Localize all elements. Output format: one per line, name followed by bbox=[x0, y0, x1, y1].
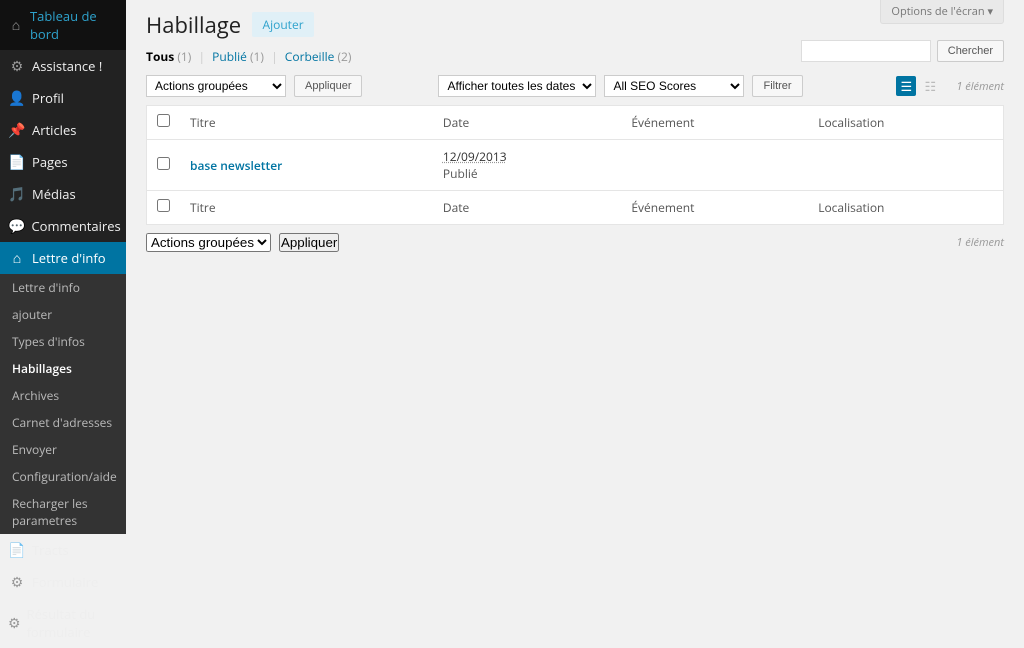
menu-medias[interactable]: 🎵 Médias bbox=[0, 178, 126, 210]
menu-profil[interactable]: 👤 Profil bbox=[0, 82, 126, 114]
menu-label: Profil bbox=[32, 89, 64, 107]
filter-button[interactable]: Filtrer bbox=[752, 75, 802, 97]
dates-filter-select[interactable]: Afficher toutes les dates bbox=[438, 75, 596, 97]
pin-icon: 📌 bbox=[8, 121, 26, 139]
tablenav-top: Actions groupées Appliquer Afficher tout… bbox=[146, 75, 1004, 97]
gear-icon: ⚙ bbox=[8, 614, 21, 632]
filter-trash[interactable]: Corbeille bbox=[285, 48, 335, 65]
posts-table: Titre Date Événement Localisation base n… bbox=[146, 105, 1004, 225]
submenu-envoyer[interactable]: Envoyer bbox=[0, 436, 126, 463]
filter-label: Tous bbox=[146, 48, 174, 65]
submenu-types[interactable]: Types d'infos bbox=[0, 328, 126, 355]
apply-button[interactable]: Appliquer bbox=[294, 75, 362, 97]
column-event-foot[interactable]: Événement bbox=[621, 191, 808, 225]
apply-button-bottom[interactable]: Appliquer bbox=[279, 233, 339, 252]
gear-icon: ⚙ bbox=[8, 573, 26, 591]
post-event bbox=[621, 140, 808, 191]
submenu-archives[interactable]: Archives bbox=[0, 382, 126, 409]
menu-label: Pages bbox=[32, 153, 68, 171]
screen-options-toggle[interactable]: Options de l'écran ▾ bbox=[880, 0, 1004, 24]
filter-label: Corbeille bbox=[285, 48, 335, 65]
menu-dashboard[interactable]: ⌂ Tableau de bord bbox=[0, 0, 126, 50]
row-checkbox[interactable] bbox=[157, 157, 170, 170]
submenu-habillages[interactable]: Habillages bbox=[0, 355, 126, 382]
item-count: 1 élément bbox=[956, 79, 1004, 94]
search-input[interactable] bbox=[801, 40, 931, 62]
post-location bbox=[808, 140, 1003, 191]
column-location[interactable]: Localisation bbox=[808, 106, 1003, 140]
menu-label: Tracts bbox=[32, 541, 69, 559]
tablenav-bottom: Actions groupées Appliquer 1 élément bbox=[146, 233, 1004, 252]
view-excerpt-icon[interactable]: ☷ bbox=[920, 76, 940, 96]
menu-pages[interactable]: 📄 Pages bbox=[0, 146, 126, 178]
menu-label: Articles bbox=[32, 121, 76, 139]
filter-label: Publié bbox=[212, 48, 247, 65]
chevron-down-icon: ▾ bbox=[987, 4, 993, 19]
page-icon: 📄 bbox=[8, 541, 26, 559]
menu-label: Formulaire bbox=[32, 573, 98, 591]
column-location-foot[interactable]: Localisation bbox=[808, 191, 1003, 225]
menu-tracts[interactable]: 📄 Tracts bbox=[0, 534, 126, 566]
menu-label: Lettre d'info bbox=[32, 249, 106, 267]
page-title: Habillage bbox=[146, 10, 241, 40]
column-date-foot[interactable]: Date bbox=[433, 191, 621, 225]
bulk-actions-select-bottom[interactable]: Actions groupées bbox=[146, 233, 271, 252]
main-content: Options de l'écran ▾ Habillage Ajouter C… bbox=[126, 0, 1024, 514]
menu-formulaire[interactable]: ⚙ Formulaire bbox=[0, 566, 126, 598]
filter-count: (2) bbox=[338, 48, 352, 65]
column-title[interactable]: Titre bbox=[180, 106, 433, 140]
menu-lettre-info[interactable]: ⌂ Lettre d'info bbox=[0, 242, 126, 274]
submenu-lettre[interactable]: Lettre d'info bbox=[0, 274, 126, 301]
menu-commentaires[interactable]: 💬 Commentaires bbox=[0, 210, 126, 242]
filter-count: (1) bbox=[250, 48, 264, 65]
item-count-bottom: 1 élément bbox=[956, 235, 1004, 250]
submenu-carnet[interactable]: Carnet d'adresses bbox=[0, 409, 126, 436]
column-title-foot[interactable]: Titre bbox=[180, 191, 433, 225]
select-all-checkbox-foot[interactable] bbox=[157, 199, 170, 212]
menu-label: Tableau de bord bbox=[30, 7, 118, 43]
menu-resultat[interactable]: ⚙ Résultat du formulaire bbox=[0, 598, 126, 648]
dashboard-icon: ⌂ bbox=[8, 16, 24, 34]
post-state: Publié bbox=[443, 165, 478, 182]
submenu-recharger[interactable]: Recharger les parametres bbox=[0, 490, 126, 534]
screen-options-label: Options de l'écran bbox=[891, 4, 984, 19]
submenu-ajouter[interactable]: ajouter bbox=[0, 301, 126, 328]
menu-label: Résultat du formulaire bbox=[27, 605, 118, 641]
separator: | bbox=[271, 48, 278, 65]
user-icon: 👤 bbox=[8, 89, 26, 107]
page-icon: 📄 bbox=[8, 153, 26, 171]
seo-filter-select[interactable]: All SEO Scores bbox=[604, 75, 744, 97]
select-all-checkbox[interactable] bbox=[157, 114, 170, 127]
column-date[interactable]: Date bbox=[433, 106, 621, 140]
table-row: base newsletter 12/09/2013Publié bbox=[147, 140, 1004, 191]
submenu-config[interactable]: Configuration/aide bbox=[0, 463, 126, 490]
post-date: 12/09/2013 bbox=[443, 148, 507, 165]
menu-assistance[interactable]: ⚙ Assistance ! bbox=[0, 50, 126, 82]
column-event[interactable]: Événement bbox=[621, 106, 808, 140]
search-box: Chercher bbox=[801, 40, 1004, 62]
view-switch: ☰ ☷ bbox=[896, 76, 940, 96]
filter-all[interactable]: Tous bbox=[146, 48, 174, 65]
menu-label: Commentaires bbox=[31, 217, 120, 235]
menu-label: Assistance ! bbox=[32, 57, 102, 75]
menu-articles[interactable]: 📌 Articles bbox=[0, 114, 126, 146]
add-new-button[interactable]: Ajouter bbox=[252, 12, 313, 37]
menu-label: Médias bbox=[32, 185, 76, 203]
post-title-link[interactable]: base newsletter bbox=[190, 157, 282, 174]
gear-icon: ⚙ bbox=[8, 57, 26, 75]
comment-icon: 💬 bbox=[8, 217, 25, 235]
view-list-icon[interactable]: ☰ bbox=[896, 76, 916, 96]
admin-sidebar: ⌂ Tableau de bord ⚙ Assistance ! 👤 Profil 📌… bbox=[0, 0, 126, 514]
filter-count: (1) bbox=[177, 48, 191, 65]
bulk-actions-select[interactable]: Actions groupées bbox=[146, 75, 286, 97]
submenu: Lettre d'info ajouter Types d'infos Habi… bbox=[0, 274, 126, 534]
media-icon: 🎵 bbox=[8, 185, 26, 203]
separator: | bbox=[198, 48, 205, 65]
filter-published[interactable]: Publié bbox=[212, 48, 247, 65]
search-button[interactable]: Chercher bbox=[937, 40, 1004, 62]
home-icon: ⌂ bbox=[8, 249, 26, 267]
